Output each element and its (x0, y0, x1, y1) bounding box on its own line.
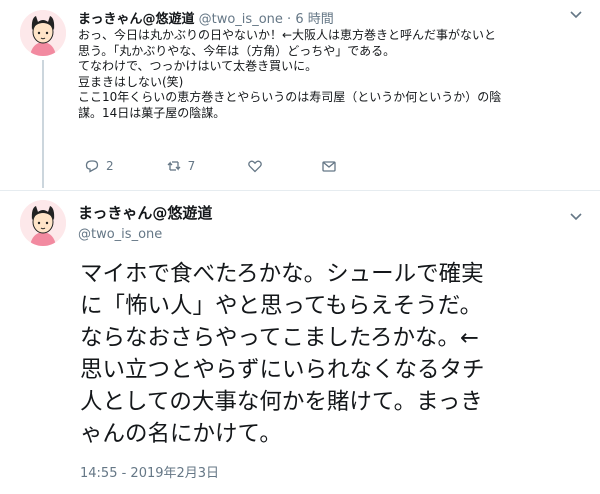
relative-time[interactable]: 6 時間 (295, 12, 333, 27)
envelope-icon (322, 161, 336, 172)
handle[interactable]: @two_is_one (199, 12, 283, 27)
time-separator: · (287, 12, 292, 27)
tweet-text-line: てなわけで、つっかけはいて太巻き買いに。 (78, 59, 318, 73)
reply-button[interactable]: 2 (84, 158, 114, 174)
retweet-count: 7 (187, 159, 196, 173)
avatar-illustration (20, 10, 66, 56)
action-bar: 2 7 (84, 156, 395, 176)
tweet-text-line: ゃんの名にかけて。 (80, 421, 282, 447)
tweet-text-line: 思う。「丸かぶりやな、今年は（方角）どっちや」である。 (78, 43, 396, 58)
handle[interactable]: @two_is_one (78, 227, 212, 242)
display-name[interactable]: まっきゃん@悠遊道 (78, 12, 194, 27)
tweet-divider (0, 190, 600, 191)
thread-line (42, 60, 44, 188)
tweet-text-line: 豆まきはしない(笑) (78, 74, 184, 89)
retweet-button[interactable]: 7 (166, 158, 196, 174)
tweet-text-line: ここ10年くらいの恵方巻きとやらいうのは寿司屋（というか何というか）の陰 (78, 90, 502, 104)
reply-count: 2 (106, 159, 114, 173)
retweet-icon (167, 161, 181, 171)
tweet-header: まっきゃん@悠遊道 @two_is_one (78, 202, 212, 242)
heart-icon (248, 160, 263, 173)
tweet-timestamp[interactable]: 14:55 - 2019年2月3日 (80, 462, 219, 481)
tweet-text-line: ならなおさらやってこましたろかな。← (80, 325, 479, 351)
tweet-text-line: 謀。14日は菓子屋の陰謀。 (78, 105, 226, 120)
tweet-text: マイホで食べたろかな。シュールで確実 に「怖い人」やと思ってもらえそうだ。 なら… (80, 258, 600, 450)
direct-message-button[interactable] (321, 158, 343, 174)
tweet-header: まっきゃん@悠遊道 @two_is_one · 6 時間 (78, 8, 334, 27)
tweet-text-line: 人としての大事な何かを賭けて。まっき (80, 389, 483, 415)
like-button[interactable] (247, 158, 269, 174)
tweet-text-line: 思い立つとやらずにいられなくなるタチ (80, 357, 485, 383)
avatar-illustration (20, 200, 66, 246)
chevron-down-icon[interactable] (570, 8, 582, 22)
avatar[interactable] (20, 200, 66, 246)
chevron-down-icon[interactable] (570, 210, 582, 224)
reply-icon (85, 160, 99, 173)
tweet-text-line: に「怖い人」やと思ってもらえそうだ。 (80, 293, 483, 319)
display-name[interactable]: まっきゃん@悠遊道 (78, 202, 212, 223)
tweet-text-line: マイホで食べたろかな。シュールで確実 (80, 261, 484, 287)
tweet-text-line: おっ、今日は丸かぶりの日やないか！←大阪人は恵方巻きと呼んだ事がないと (78, 28, 497, 42)
tweet-parent[interactable]: まっきゃん@悠遊道 @two_is_one · 6 時間 おっ、今日は丸かぶりの… (0, 0, 600, 190)
tweet-text: おっ、今日は丸かぶりの日やないか！←大阪人は恵方巻きと呼んだ事がないと 思う。「… (78, 28, 588, 121)
avatar[interactable] (20, 10, 66, 56)
